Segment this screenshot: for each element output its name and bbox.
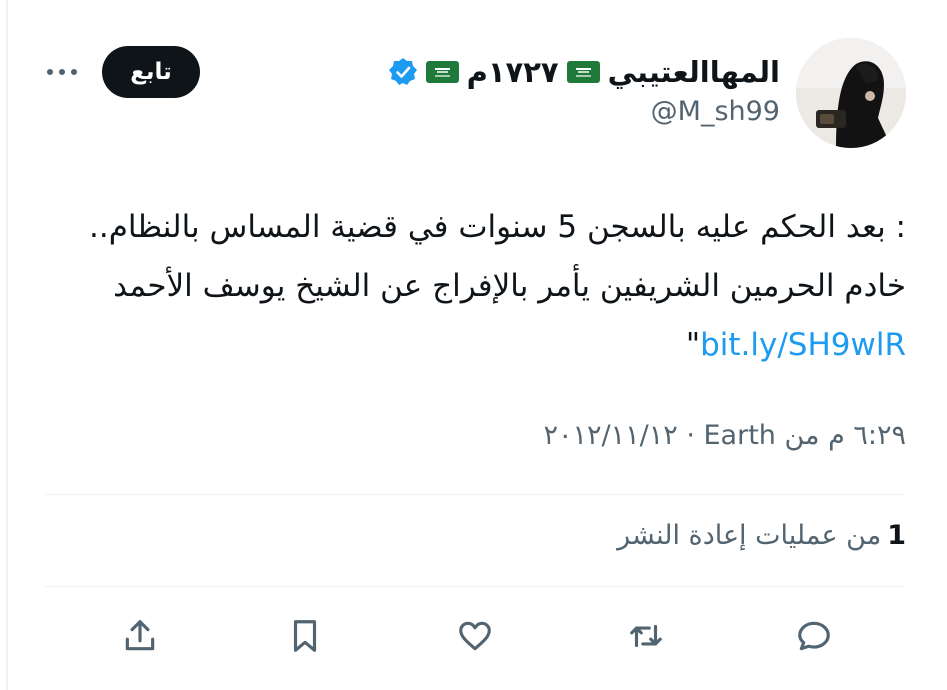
more-options-icon[interactable] xyxy=(44,60,80,84)
like-icon xyxy=(459,621,491,651)
left-border xyxy=(6,0,8,690)
tweet-header: المهاالعتيبي ١٧٢٧م @M_sh99 تابع xyxy=(44,38,906,154)
share-icon xyxy=(125,620,155,651)
display-name[interactable]: المهاالعتيبي xyxy=(608,55,780,89)
display-name-line[interactable]: المهاالعتيبي ١٧٢٧م xyxy=(388,50,780,94)
reply-button[interactable] xyxy=(788,610,840,662)
tweet-body: : بعد الحكم عليه بالسجن 5 سنوات في قضية … xyxy=(89,209,906,304)
avatar[interactable] xyxy=(796,38,906,148)
tweet-actions xyxy=(44,610,906,662)
reply-icon xyxy=(798,621,830,651)
retweet-stats[interactable]: 1من عمليات إعادة النشر xyxy=(617,520,906,551)
saudi-flag-icon xyxy=(566,61,600,83)
like-button[interactable] xyxy=(449,610,501,662)
retweet-label: من عمليات إعادة النشر xyxy=(617,520,882,551)
retweet-count: 1 xyxy=(887,520,906,551)
follow-button[interactable]: تابع xyxy=(102,46,200,98)
tweet-link[interactable]: bit.ly/SH9wlR xyxy=(700,327,906,363)
saudi-flag-icon xyxy=(425,61,459,83)
user-handle[interactable]: @M_sh99 xyxy=(388,96,780,127)
user-info: المهاالعتيبي ١٧٢٧م @M_sh99 xyxy=(388,50,780,127)
tweet-card: المهاالعتيبي ١٧٢٧م @M_sh99 تابع: بعد ال… xyxy=(44,0,906,690)
divider xyxy=(44,586,906,587)
share-button[interactable] xyxy=(114,610,166,662)
divider xyxy=(44,494,906,495)
display-name-suffix[interactable]: ١٧٢٧م xyxy=(467,55,559,89)
verified-badge-icon xyxy=(388,57,418,87)
retweet-icon xyxy=(630,624,662,648)
tweet-timestamp[interactable]: ٦:٢٩ م من Earth · ٢٠١٢/١١/١٢ xyxy=(544,420,906,451)
bookmark-button[interactable] xyxy=(279,610,331,662)
retweet-button[interactable] xyxy=(620,610,672,662)
tweet-trailing-quote: " xyxy=(685,327,701,363)
bookmark-icon xyxy=(293,620,317,652)
tweet-text: : بعد الحكم عليه بالسجن 5 سنوات في قضية … xyxy=(46,198,906,375)
